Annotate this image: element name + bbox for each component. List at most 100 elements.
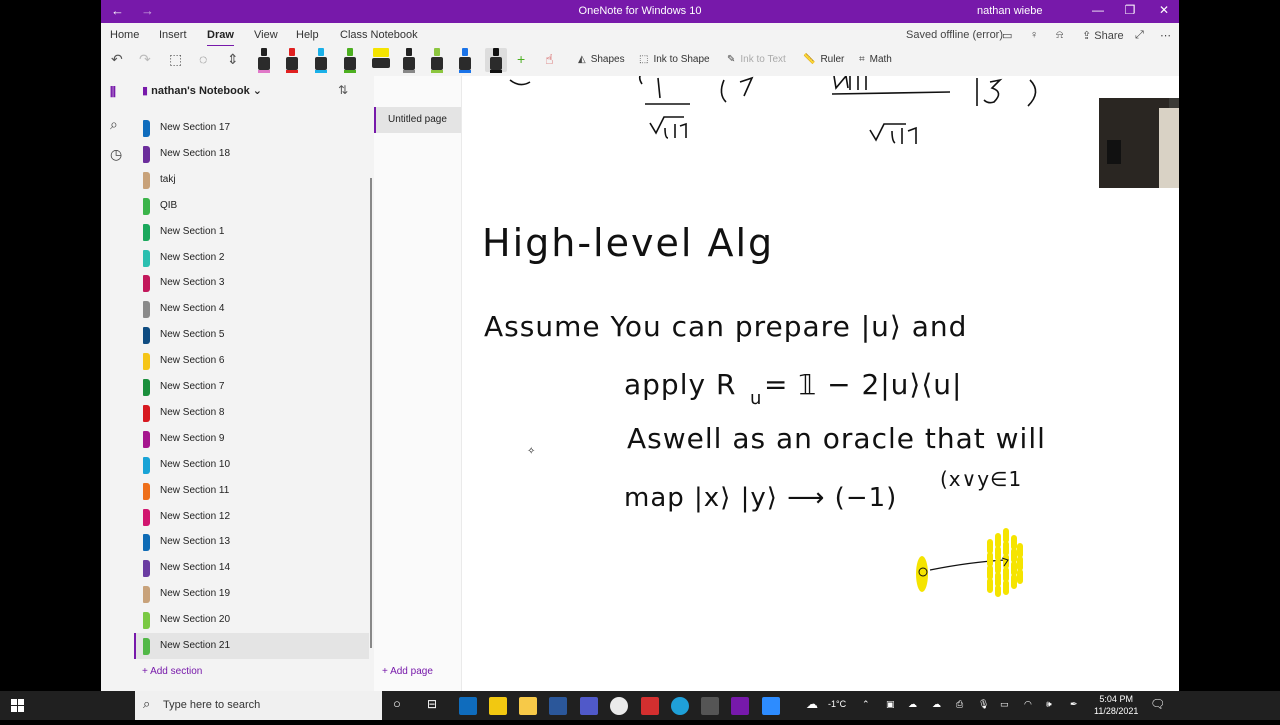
pen-selected-black-icon[interactable] bbox=[485, 48, 507, 73]
settings-icon[interactable] bbox=[701, 697, 719, 715]
add-pen-icon[interactable]: + bbox=[517, 51, 525, 67]
notebook-icon[interactable]: ▭ bbox=[1002, 29, 1012, 42]
onedrive-icon[interactable]: ☁ bbox=[908, 699, 917, 710]
notebook-selector[interactable]: ▮ nathan's Notebook ⌄ bbox=[142, 84, 262, 97]
math-button[interactable]: ⌗ Math bbox=[859, 54, 892, 65]
more-options-icon[interactable]: ⋯ bbox=[1160, 29, 1171, 42]
section-item[interactable]: New Section 12 bbox=[134, 504, 369, 530]
weather-icon[interactable]: ☁ bbox=[806, 697, 818, 711]
zoom-icon[interactable] bbox=[762, 697, 780, 715]
section-color-tab bbox=[143, 353, 150, 371]
pen-icon[interactable]: ✒ bbox=[1070, 699, 1078, 710]
section-item[interactable]: New Section 19 bbox=[134, 581, 369, 607]
section-item[interactable]: New Section 8 bbox=[134, 400, 369, 426]
taskbar-clock[interactable]: 5:04 PM 11/28/2021 bbox=[1094, 693, 1138, 717]
notifications-icon[interactable]: 🗨 bbox=[1150, 697, 1165, 711]
wifi-icon[interactable]: ◠ bbox=[1024, 699, 1032, 710]
section-item[interactable]: New Section 18 bbox=[134, 141, 369, 167]
fullscreen-icon[interactable]: ⤢ bbox=[1135, 29, 1144, 42]
section-item[interactable]: New Section 2 bbox=[134, 245, 369, 271]
pen-blue-icon[interactable] bbox=[458, 48, 472, 73]
acrobat-icon[interactable] bbox=[641, 697, 659, 715]
restore-icon[interactable]: ❐ bbox=[1115, 3, 1145, 17]
section-item[interactable]: New Section 5 bbox=[134, 322, 369, 348]
close-icon[interactable]: ✕ bbox=[1149, 3, 1179, 17]
tab-view[interactable]: View bbox=[254, 29, 278, 41]
highlighter-yellow-icon[interactable] bbox=[371, 48, 391, 72]
taskbar-search[interactable]: ⌕ Type here to search bbox=[135, 691, 382, 720]
pen-lime-icon[interactable] bbox=[430, 48, 444, 73]
section-item[interactable]: New Section 3 bbox=[134, 270, 369, 296]
weather-temp[interactable]: -1°C bbox=[828, 699, 846, 709]
section-color-tab bbox=[143, 430, 150, 448]
minimize-icon[interactable]: — bbox=[1083, 3, 1113, 17]
chevron-up-icon[interactable]: ⌃ bbox=[862, 699, 870, 710]
ink-to-shape-button[interactable]: ⬚ Ink to Shape bbox=[639, 54, 710, 65]
section-item[interactable]: New Section 10 bbox=[134, 452, 369, 478]
word-icon[interactable] bbox=[549, 697, 567, 715]
tab-class-notebook[interactable]: Class Notebook bbox=[340, 29, 418, 41]
sync-status[interactable]: Saved offline (error) bbox=[906, 29, 1003, 41]
section-item[interactable]: New Section 13 bbox=[134, 529, 369, 555]
touch-draw-icon[interactable]: ☝ bbox=[545, 51, 554, 68]
share-button[interactable]: ⇪ Share bbox=[1082, 29, 1124, 42]
device-icon[interactable]: ⎙ bbox=[956, 699, 963, 710]
section-item[interactable]: New Section 1 bbox=[134, 219, 369, 245]
tray-icon-1[interactable]: ▣ bbox=[886, 699, 895, 710]
add-page-button[interactable]: + Add page bbox=[382, 666, 433, 677]
section-item[interactable]: New Section 4 bbox=[134, 296, 369, 322]
display-icon[interactable]: ▭ bbox=[1000, 699, 1009, 710]
page-item[interactable]: Untitled page bbox=[374, 107, 461, 133]
section-item[interactable]: New Section 9 bbox=[134, 426, 369, 452]
mail-icon[interactable] bbox=[459, 697, 477, 715]
sections-scrollbar[interactable] bbox=[370, 178, 372, 648]
volume-icon[interactable]: 🕪 bbox=[1046, 699, 1052, 710]
section-item[interactable]: New Section 11 bbox=[134, 478, 369, 504]
sort-icon[interactable]: ⇅ bbox=[338, 83, 348, 97]
redo-icon[interactable]: ↷ bbox=[139, 51, 151, 68]
search-icon[interactable]: ⌕ bbox=[110, 116, 118, 133]
section-item[interactable]: New Section 14 bbox=[134, 555, 369, 581]
start-button[interactable] bbox=[0, 691, 34, 720]
lightbulb-icon[interactable]: ♀ bbox=[1030, 29, 1038, 41]
select-tool-icon[interactable]: ⬚ bbox=[169, 51, 182, 68]
teams-icon[interactable] bbox=[580, 697, 598, 715]
recent-icon[interactable]: ◷ bbox=[110, 146, 122, 163]
cortana-icon[interactable]: ○ bbox=[393, 696, 401, 711]
onenote-icon[interactable] bbox=[731, 697, 749, 715]
page-canvas[interactable]: High-level Alg Assume You can prepare |u… bbox=[462, 76, 1179, 691]
edge-icon[interactable] bbox=[671, 697, 689, 715]
user-name[interactable]: nathan wiebe bbox=[977, 5, 1042, 17]
section-item[interactable]: New Section 7 bbox=[134, 374, 369, 400]
pen-green-icon[interactable] bbox=[343, 48, 357, 73]
pen-black-pink-icon[interactable] bbox=[257, 48, 271, 73]
section-item[interactable]: New Section 17 bbox=[134, 115, 369, 141]
section-item[interactable]: New Section 6 bbox=[134, 348, 369, 374]
tab-insert[interactable]: Insert bbox=[159, 29, 187, 41]
onedrive-2-icon[interactable]: ☁ bbox=[932, 699, 941, 710]
store-icon[interactable] bbox=[489, 697, 507, 715]
ruler-button[interactable]: 📏 Ruler bbox=[803, 54, 844, 65]
ink-to-text-button[interactable]: ✎ Ink to Text bbox=[727, 54, 786, 65]
tab-home[interactable]: Home bbox=[110, 29, 139, 41]
microphone-icon[interactable]: 🎙 bbox=[978, 699, 989, 710]
undo-icon[interactable]: ↶ bbox=[111, 51, 123, 68]
bell-icon[interactable]: ⍾ bbox=[1056, 29, 1063, 42]
file-explorer-icon[interactable] bbox=[519, 697, 537, 715]
tab-help[interactable]: Help bbox=[296, 29, 319, 41]
section-item[interactable]: New Section 20 bbox=[134, 607, 369, 633]
pen-cyan-icon[interactable] bbox=[314, 48, 328, 73]
task-view-icon[interactable]: ⊟ bbox=[427, 697, 437, 711]
section-item[interactable]: New Section 21 bbox=[134, 633, 369, 659]
add-space-icon[interactable]: ⇕ bbox=[227, 51, 239, 68]
notebooks-icon[interactable]: ⫴ bbox=[110, 84, 116, 101]
pen-red-icon[interactable] bbox=[285, 48, 299, 73]
section-item[interactable]: takj bbox=[134, 167, 369, 193]
tab-draw[interactable]: Draw bbox=[207, 29, 234, 47]
pen-black-icon[interactable] bbox=[402, 48, 416, 73]
add-section-button[interactable]: + Add section bbox=[142, 666, 202, 677]
section-item[interactable]: QIB bbox=[134, 193, 369, 219]
chrome-icon[interactable] bbox=[610, 697, 628, 715]
shapes-button[interactable]: ◭ Shapes bbox=[578, 54, 625, 65]
lasso-icon[interactable]: ◌ bbox=[199, 51, 207, 67]
